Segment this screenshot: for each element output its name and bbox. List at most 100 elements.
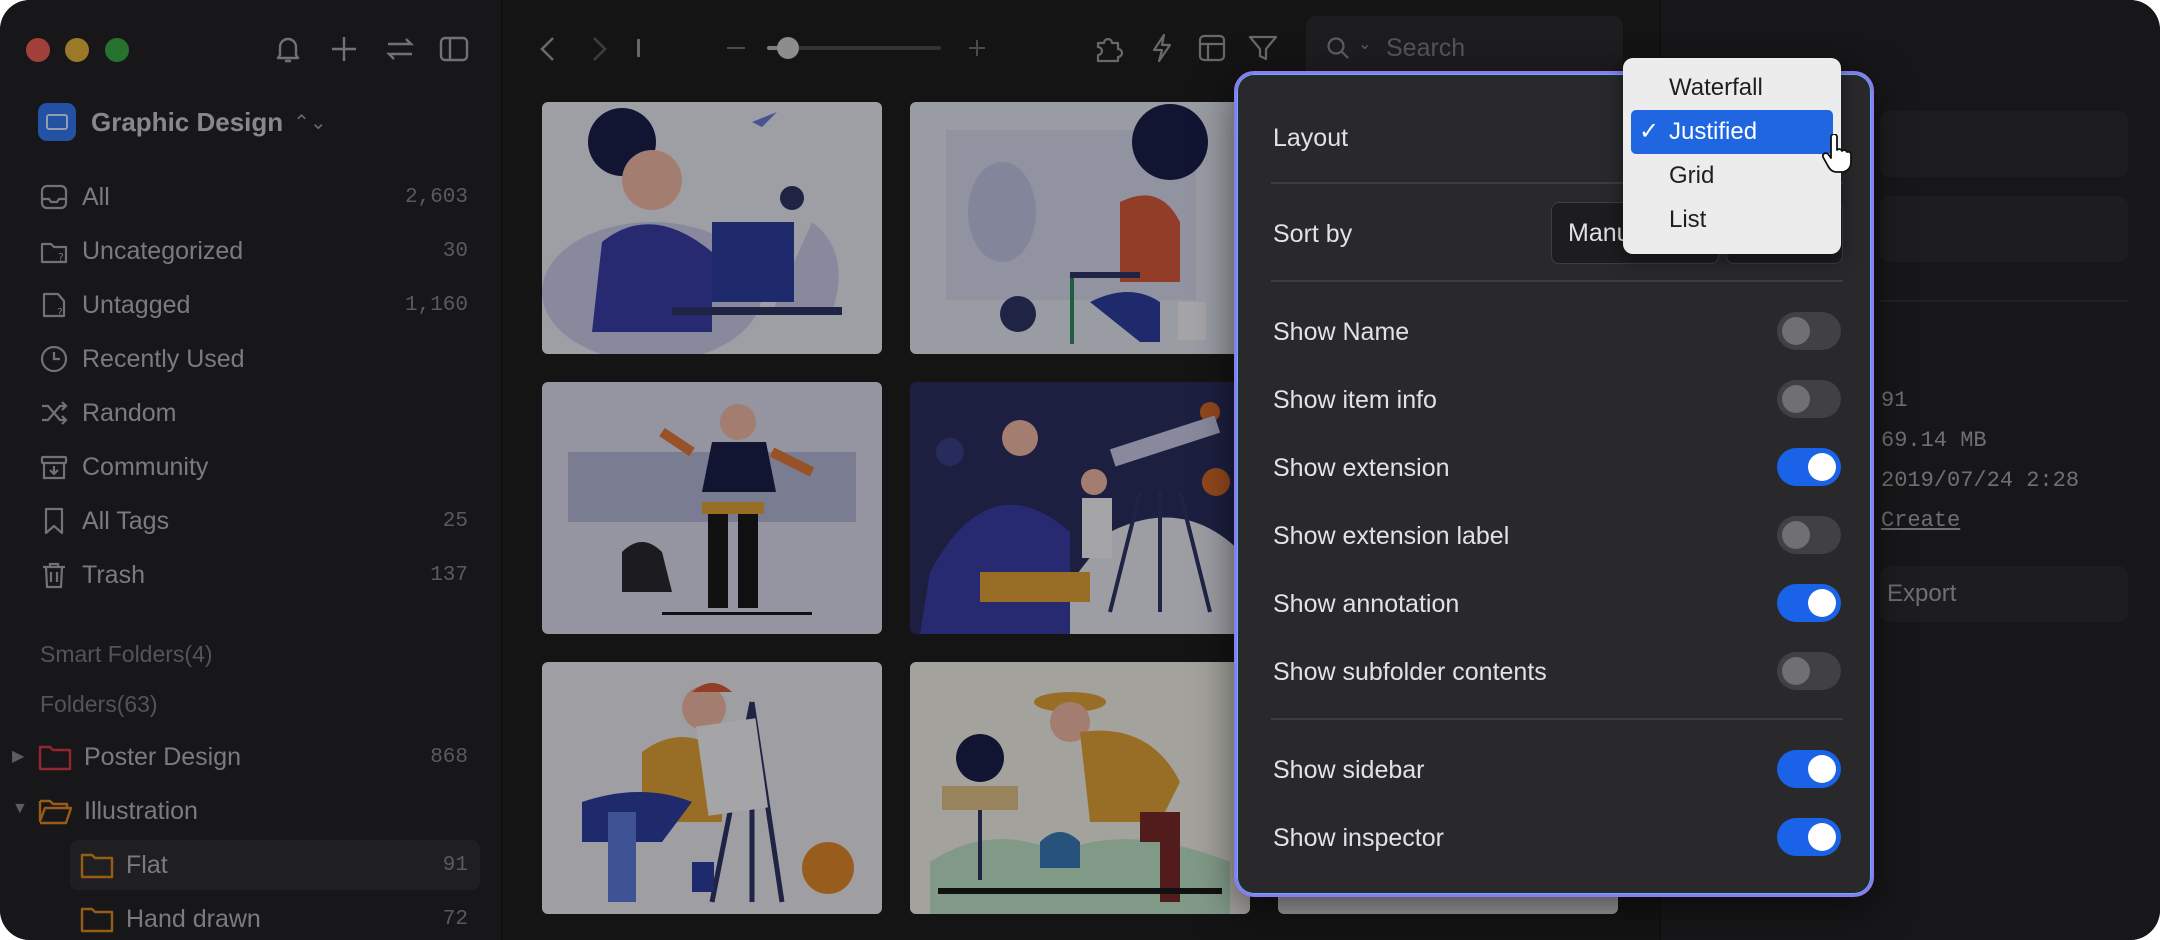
folder-flat[interactable]: Flat 91 — [80, 843, 468, 887]
sidebar-item-uncategorized[interactable]: ? Uncategorized 30 — [38, 229, 468, 273]
sort-by-label: Sort by — [1273, 220, 1353, 248]
checkmark-icon: ✓ — [1639, 118, 1660, 145]
layout-option-waterfall[interactable]: Waterfall — [1631, 66, 1833, 110]
inspector-create-link[interactable]: Create — [1881, 508, 1960, 533]
inspector-divider — [1880, 300, 2128, 302]
layout-option-list[interactable]: List — [1631, 198, 1833, 242]
app-window: Graphic Design ⌃⌄ All 2,603 ? Uncategori… — [0, 0, 2160, 940]
smart-folders-header[interactable]: Smart Folders(4) — [40, 641, 213, 668]
sidebar-item-untagged[interactable]: ? Untagged 1,160 — [38, 283, 468, 327]
bell-icon[interactable] — [271, 32, 305, 66]
toggle-knob — [1782, 657, 1810, 685]
sidebar-item-all[interactable]: All 2,603 — [38, 175, 468, 219]
inspector-note-field[interactable] — [1880, 196, 2128, 262]
show-name-toggle[interactable] — [1777, 312, 1841, 350]
item-count: 91 — [442, 853, 468, 877]
library-icon — [38, 103, 76, 141]
show-inspector-toggle[interactable] — [1777, 818, 1841, 856]
image-thumbnail-painter[interactable] — [542, 662, 882, 914]
image-thumbnail-telescope[interactable] — [910, 382, 1250, 634]
layout-dropdown-menu: Waterfall ✓ Justified Grid List — [1623, 58, 1841, 254]
image-thumbnail-man-cat[interactable] — [542, 382, 882, 634]
export-button[interactable]: Export — [1880, 566, 2128, 622]
item-count: 1,160 — [404, 293, 468, 317]
archive-icon — [40, 455, 68, 480]
inspector-name-field[interactable] — [1880, 111, 2128, 177]
zoom-in-icon[interactable] — [967, 38, 987, 58]
layout-label: Layout — [1273, 124, 1349, 152]
folder-hand-drawn[interactable]: Hand drawn 72 — [80, 897, 468, 940]
filter-icon[interactable] — [1246, 31, 1280, 65]
image-thumbnail-presentation[interactable] — [910, 102, 1250, 354]
folder-label: Hand drawn — [126, 904, 261, 933]
folder-question-icon: ? — [40, 242, 68, 264]
library-switcher[interactable]: Graphic Design ⌃⌄ — [38, 102, 327, 142]
sidebar-item-random[interactable]: Random — [38, 391, 468, 435]
plus-icon[interactable] — [327, 32, 361, 66]
inbox-icon — [40, 184, 68, 210]
layout-option-grid[interactable]: Grid — [1631, 154, 1833, 198]
illustration-woman-laptop — [542, 108, 842, 354]
illustration-painter — [582, 683, 854, 903]
illustration-telescope — [920, 402, 1250, 634]
item-count: 868 — [430, 745, 468, 769]
show-extension-toggle[interactable] — [1777, 448, 1841, 486]
show-annotation-label: Show annotation — [1273, 590, 1460, 618]
folder-illustration[interactable]: Illustration — [38, 789, 468, 833]
puzzle-icon[interactable] — [1092, 31, 1126, 65]
trash-icon — [43, 562, 65, 589]
sidebar-item-recently-used[interactable]: Recently Used — [38, 337, 468, 381]
toolbar-divider — [637, 39, 640, 57]
toggle-knob — [1808, 755, 1836, 783]
layout-icon[interactable] — [1195, 31, 1229, 65]
bookmark-icon — [44, 507, 64, 535]
folder-icon — [80, 853, 114, 879]
show-sidebar-toggle[interactable] — [1777, 750, 1841, 788]
popover-divider — [1271, 718, 1843, 720]
export-label: Export — [1887, 580, 1957, 607]
item-count: 2,603 — [404, 185, 468, 209]
folder-icon — [80, 907, 114, 933]
clock-icon — [40, 345, 68, 373]
show-annotation-toggle[interactable] — [1777, 584, 1841, 622]
close-window-button[interactable] — [26, 38, 50, 62]
zoom-window-button[interactable] — [105, 38, 129, 62]
sidebar-item-trash[interactable]: Trash 137 — [38, 553, 468, 597]
illustration-gardener — [930, 692, 1230, 914]
layout-option-label: Grid — [1669, 162, 1715, 189]
show-subfolder-contents-toggle[interactable] — [1777, 652, 1841, 690]
chevron-down-icon[interactable]: ▼ — [12, 800, 28, 818]
layout-option-label: List — [1669, 206, 1707, 233]
show-subfolder-contents-label: Show subfolder contents — [1273, 658, 1547, 686]
show-extension-label-toggle[interactable] — [1777, 516, 1841, 554]
item-count: 72 — [442, 907, 468, 931]
image-thumbnail-gardener[interactable] — [910, 662, 1250, 914]
back-arrow-icon[interactable] — [535, 34, 561, 64]
sidebar-toggle-icon[interactable] — [437, 32, 471, 66]
zoom-slider-knob[interactable] — [776, 37, 799, 59]
chevron-right-icon[interactable]: ▶ — [12, 746, 24, 766]
minimize-window-button[interactable] — [65, 38, 89, 62]
folders-header[interactable]: Folders(63) — [40, 691, 158, 718]
folder-icon — [38, 745, 72, 771]
sidebar-item-community[interactable]: Community — [38, 445, 468, 489]
forward-arrow-icon[interactable] — [586, 34, 612, 64]
chevron-down-icon: ⌄ — [1358, 36, 1372, 53]
lightning-icon[interactable] — [1145, 31, 1179, 65]
show-extension-label-label: Show extension label — [1273, 522, 1510, 550]
show-name-label: Show Name — [1273, 318, 1410, 346]
folder-label: Poster Design — [84, 742, 242, 771]
search-icon — [1327, 37, 1349, 59]
sync-arrows-icon[interactable] — [383, 32, 417, 66]
chevron-updown-icon: ⌃⌄ — [293, 111, 327, 134]
folder-poster-design[interactable]: Poster Design 868 — [38, 735, 468, 779]
zoom-out-icon[interactable] — [727, 47, 745, 49]
illustration-presentation — [946, 104, 1208, 344]
inspector-size-value: 69.14 MB — [1881, 428, 1987, 453]
sidebar-item-all-tags[interactable]: All Tags 25 — [38, 499, 468, 543]
layout-option-justified[interactable]: ✓ Justified — [1631, 110, 1833, 154]
show-item-info-toggle[interactable] — [1777, 380, 1841, 418]
image-thumbnail-woman-laptop[interactable] — [542, 102, 882, 354]
layout-option-label: Waterfall — [1669, 74, 1763, 101]
show-inspector-label: Show inspector — [1273, 824, 1444, 852]
